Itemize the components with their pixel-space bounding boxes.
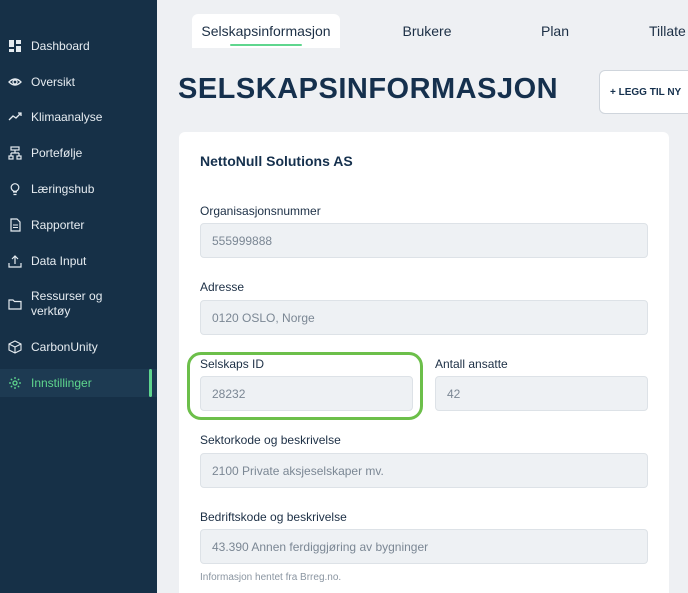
sidebar: Dashboard Oversikt Klimaanalyse Porteføl…	[0, 0, 157, 593]
industry-value: 43.390 Annen ferdiggjøring av bygninger	[212, 539, 429, 554]
employees-value: 42	[447, 386, 461, 401]
tab-tillatelser[interactable]: Tillate	[637, 14, 688, 48]
dashboard-icon	[8, 39, 22, 53]
tab-plan[interactable]: Plan	[522, 14, 588, 48]
sector-value: 2100 Private aksjeselskaper mv.	[212, 463, 384, 478]
org-number-field[interactable]: 555999888	[200, 223, 648, 258]
sidebar-item-label: Data Input	[31, 253, 87, 268]
main-content: Selskapsinformasjon Brukere Plan Tillate…	[157, 0, 688, 593]
folder-icon	[8, 297, 22, 311]
sidebar-item-klimaanalyse[interactable]: Klimaanalyse	[0, 107, 157, 127]
upload-icon	[8, 254, 22, 268]
sidebar-item-label: CarbonUnity	[31, 339, 98, 354]
tab-label: Brukere	[402, 23, 452, 39]
page-title: SELSKAPSINFORMASJON	[178, 73, 559, 105]
sidebar-item-label: Klimaanalyse	[31, 109, 103, 124]
tab-label: Selskapsinformasjon	[201, 23, 331, 39]
sidebar-item-portefolje[interactable]: Portefølje	[0, 143, 157, 163]
tab-brukere[interactable]: Brukere	[385, 14, 469, 48]
sidebar-item-label: Portefølje	[31, 145, 83, 160]
cube-icon	[8, 340, 22, 354]
address-label: Adresse	[200, 280, 245, 294]
sidebar-item-label: Læringshub	[31, 181, 95, 196]
address-value: 0120 OSLO, Norge	[212, 310, 315, 325]
add-new-button[interactable]: + LEGG TIL NY	[599, 70, 688, 114]
company-id-label: Selskaps ID	[200, 357, 265, 371]
address-field[interactable]: 0120 OSLO, Norge	[200, 300, 648, 335]
tab-label: Tillate	[649, 23, 686, 39]
company-name: NettoNull Solutions AS	[200, 153, 353, 169]
lightbulb-icon	[8, 182, 22, 196]
sidebar-item-label: Oversikt	[31, 74, 76, 89]
org-number-value: 555999888	[212, 233, 273, 248]
sidebar-item-label: Innstillinger	[31, 375, 92, 390]
sidebar-item-innstillinger[interactable]: Innstillinger	[0, 369, 157, 397]
gear-icon	[8, 376, 22, 390]
sidebar-item-rapporter[interactable]: Rapporter	[0, 215, 157, 235]
tab-selskapsinformasjon[interactable]: Selskapsinformasjon	[192, 14, 340, 48]
tab-bar: Selskapsinformasjon Brukere Plan Tillate	[157, 0, 688, 48]
eye-icon	[8, 75, 22, 89]
tab-active-underline	[230, 44, 302, 46]
sidebar-item-laeringshub[interactable]: Læringshub	[0, 179, 157, 199]
sidebar-item-carbonunity[interactable]: CarbonUnity	[0, 337, 157, 357]
industry-label: Bedriftskode og beskrivelse	[200, 510, 347, 524]
industry-field[interactable]: 43.390 Annen ferdiggjøring av bygninger	[200, 529, 648, 564]
company-id-value: 28232	[212, 386, 246, 401]
sector-label: Sektorkode og beskrivelse	[200, 433, 341, 447]
trend-icon	[8, 110, 22, 124]
active-indicator	[149, 369, 152, 397]
sidebar-item-oversikt[interactable]: Oversikt	[0, 72, 157, 92]
document-icon	[8, 218, 22, 232]
source-note: Informasjon hentet fra Brreg.no.	[200, 572, 342, 583]
company-info-card: NettoNull Solutions AS Organisasjonsnumm…	[179, 132, 669, 593]
employees-label: Antall ansatte	[435, 357, 508, 371]
company-id-field[interactable]: 28232	[200, 376, 413, 411]
hierarchy-icon	[8, 146, 22, 160]
employees-field[interactable]: 42	[435, 376, 648, 411]
sidebar-item-ressurser[interactable]: Ressurser og verktøy	[0, 288, 157, 320]
sector-field[interactable]: 2100 Private aksjeselskaper mv.	[200, 453, 648, 488]
sidebar-item-dashboard[interactable]: Dashboard	[0, 36, 157, 56]
org-number-label: Organisasjonsnummer	[200, 204, 321, 218]
sidebar-item-label: Rapporter	[31, 217, 85, 232]
sidebar-item-label: Dashboard	[31, 38, 90, 53]
sidebar-item-label: Ressurser og verktøy	[31, 289, 103, 318]
tab-label: Plan	[540, 23, 570, 39]
sidebar-item-data-input[interactable]: Data Input	[0, 251, 157, 271]
